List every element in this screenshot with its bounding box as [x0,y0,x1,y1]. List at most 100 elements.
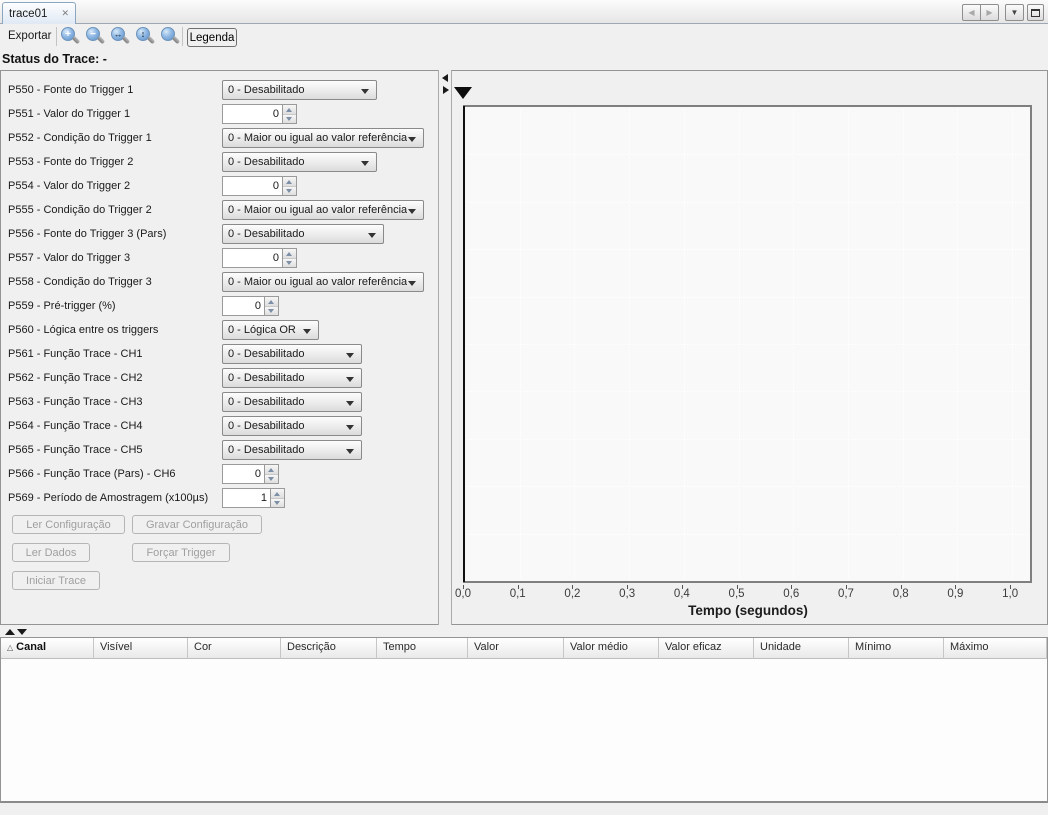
param-dropdown[interactable]: 0 - Desabilitado [222,368,362,388]
param-dropdown[interactable]: 0 - Maior ou igual ao valor referência [222,272,424,292]
collapse-down-icon[interactable] [17,629,27,635]
spinner-down-icon[interactable] [271,499,284,508]
collapse-up-icon[interactable] [5,629,15,635]
zoom-out-icon-handle [97,36,105,44]
param-dropdown[interactable]: 0 - Desabilitado [222,80,377,100]
chevron-down-icon [346,425,354,430]
spinner-down-icon[interactable] [283,187,296,196]
spinner-up-icon[interactable] [265,465,278,475]
chevron-down-icon [361,161,369,166]
column-header-8[interactable]: Unidade [754,638,849,659]
tab-trace01[interactable]: trace01 ✕ [2,2,76,24]
trace-plot-area[interactable] [463,105,1032,583]
vertical-splitter[interactable] [438,70,452,625]
param-label: P559 - Pré-trigger (%) [8,300,218,314]
param-dropdown[interactable]: 0 - Maior ou igual ao valor referência [222,128,424,148]
legenda-toggle-button[interactable]: Legenda [187,28,237,47]
param-dropdown[interactable]: 0 - Desabilitado [222,392,362,412]
x-axis-tick-label: 0,8 [884,588,918,600]
zoom-in-icon[interactable]: + [60,26,81,47]
scroll-tabs-left-button[interactable]: ◀ [962,4,981,21]
scroll-tabs-right-button[interactable]: ▶ [980,4,999,21]
column-header-label: Máximo [950,641,989,653]
param-label: P561 - Função Trace - CH1 [8,348,218,362]
gravar-configuracao-button[interactable]: Gravar Configuração [132,515,262,534]
maximize-button[interactable] [1027,4,1044,21]
column-header-1[interactable]: Visível [94,638,188,659]
spinner-up-icon[interactable] [283,249,296,259]
column-header-5[interactable]: Valor [468,638,564,659]
ler-dados-button[interactable]: Ler Dados [12,543,90,562]
spinner-up-icon[interactable] [271,489,284,499]
spinner-down-icon[interactable] [283,115,296,124]
column-header-label: Mínimo [855,641,891,653]
trigger-marker-icon[interactable] [454,87,472,99]
zoom-reset-icon[interactable] [160,26,181,47]
chevron-down-icon [346,377,354,382]
x-axis-tick-label: 0,1 [501,588,535,600]
spinner-up-icon[interactable] [283,177,296,187]
param-dropdown[interactable]: 0 - Desabilitado [222,344,362,364]
param-label: P564 - Função Trace - CH4 [8,420,218,434]
column-header-6[interactable]: Valor médio [564,638,659,659]
zoom-button-group: +−↔↕ [60,26,181,47]
spinner-buttons [264,297,278,315]
zoom-vertical-icon[interactable]: ↕ [135,26,156,47]
tab-list-button[interactable]: ▼ [1005,4,1024,21]
dropdown-selected-value: 0 - Maior ou igual ao valor referência [228,204,407,216]
forcar-trigger-button[interactable]: Forçar Trigger [132,543,230,562]
param-spinner[interactable]: 0 [222,464,279,484]
zoom-horizontal-icon[interactable]: ↔ [110,26,131,47]
column-header-0[interactable]: △Canal [1,638,94,659]
table-body[interactable] [1,659,1047,801]
param-label: P569 - Período de Amostragem (x100µs) [8,492,218,506]
param-dropdown[interactable]: 0 - Desabilitado [222,440,362,460]
chevron-down-icon [346,401,354,406]
chevron-down-icon: ▼ [1011,8,1019,17]
column-header-9[interactable]: Mínimo [849,638,944,659]
param-dropdown[interactable]: 0 - Desabilitado [222,416,362,436]
iniciar-trace-button[interactable]: Iniciar Trace [12,571,100,590]
trace-status-label: Status do Trace: - [2,52,107,66]
param-dropdown[interactable]: 0 - Desabilitado [222,224,384,244]
param-dropdown[interactable]: 0 - Desabilitado [222,152,377,172]
horizontal-splitter[interactable] [0,626,1048,637]
gridline-horizontal [467,154,1028,155]
param-dropdown[interactable]: 0 - Maior ou igual ao valor referência [222,200,424,220]
column-header-10[interactable]: Máximo [944,638,1047,659]
chevron-down-icon [368,233,376,238]
param-spinner[interactable]: 0 [222,176,297,196]
param-spinner[interactable]: 1 [222,488,285,508]
zoom-out-icon[interactable]: − [85,26,106,47]
collapse-right-icon[interactable] [443,86,449,94]
collapse-left-icon[interactable] [442,74,448,82]
dropdown-selected-value: 0 - Desabilitado [228,228,304,240]
channels-table: △CanalVisívelCorDescriçãoTempoValor Valor… [0,637,1048,803]
column-header-7[interactable]: Valor eficaz [659,638,754,659]
dropdown-selected-value: 0 - Desabilitado [228,396,304,408]
spinner-up-icon[interactable] [283,105,296,115]
tab-close-icon[interactable]: ✕ [61,9,69,18]
column-header-3[interactable]: Descrição [281,638,377,659]
column-header-4[interactable]: Tempo [377,638,468,659]
spinner-up-icon[interactable] [265,297,278,307]
param-label: P566 - Função Trace (Pars) - CH6 [8,468,218,482]
tab-label: trace01 [9,8,47,20]
tab-bar: trace01 ✕ ◀ ▶ ▼ [0,0,1048,24]
spinner-buttons [282,105,296,123]
exportar-menu-button[interactable]: Exportar [4,28,55,45]
param-spinner[interactable]: 0 [222,248,297,268]
ler-configuracao-button[interactable]: Ler Configuração [12,515,125,534]
gridline-horizontal [467,202,1028,203]
param-dropdown[interactable]: 0 - Lógica OR [222,320,319,340]
dropdown-selected-value: 0 - Desabilitado [228,372,304,384]
spinner-down-icon[interactable] [265,307,278,316]
spinner-value: 0 [223,297,264,315]
param-spinner[interactable]: 0 [222,296,279,316]
param-spinner[interactable]: 0 [222,104,297,124]
column-header-2[interactable]: Cor [188,638,281,659]
spinner-down-icon[interactable] [265,475,278,484]
spinner-down-icon[interactable] [283,259,296,268]
x-axis-tick-label: 0,4 [665,588,699,600]
column-header-label: Valor médio [570,641,628,653]
